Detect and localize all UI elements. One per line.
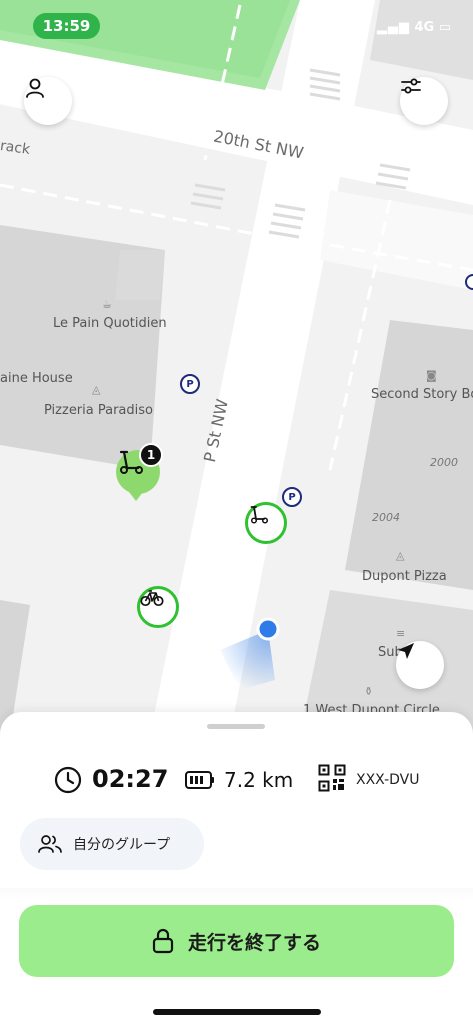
ride-bottom-sheet[interactable]: 02:27 7.2 km XXX-DVU 自分のグループ 走行を終了する xyxy=(0,712,473,1024)
vehicle-code: XXX-DVU xyxy=(356,772,420,788)
ride-stats: 02:27 7.2 km XXX-DVU xyxy=(0,760,473,800)
recenter-button[interactable] xyxy=(396,641,444,689)
bottle-icon: ⚱ xyxy=(364,685,374,698)
status-clock: 13:59 xyxy=(33,13,100,39)
person-icon xyxy=(26,78,44,98)
lock-icon xyxy=(152,928,174,954)
remaining-range: 7.2 km xyxy=(224,768,294,792)
battery-icon xyxy=(185,771,214,789)
network-type: 4G xyxy=(414,20,435,35)
qr-code-icon xyxy=(318,764,346,792)
sheet-drag-handle[interactable] xyxy=(207,724,265,729)
status-indicators: ▂▄▆ 4G ▭ xyxy=(377,20,451,35)
scooter-icon xyxy=(250,506,269,524)
ride-duration: 02:27 xyxy=(92,765,169,793)
group-ride-chip[interactable]: 自分のグループ xyxy=(20,818,204,870)
profile-button[interactable] xyxy=(24,77,72,125)
parking-icon[interactable]: P xyxy=(282,487,302,507)
building-number-2000: 2000 xyxy=(430,456,458,469)
poi-second-story[interactable]: Second Story Bo xyxy=(371,387,473,402)
food-icon: ≡ xyxy=(396,627,406,640)
home-indicator[interactable] xyxy=(153,1009,321,1015)
group-chip-label: 自分のグループ xyxy=(73,837,171,853)
poi-dupont-pizza[interactable]: Dupont Pizza xyxy=(362,569,447,584)
signal-icon: ▂▄▆ xyxy=(376,20,410,35)
poi-le-pain-quotidien[interactable]: Le Pain Quotidien xyxy=(53,316,167,331)
navigation-arrow-icon xyxy=(398,643,414,659)
end-ride-label: 走行を終了する xyxy=(187,931,321,954)
scooter-marker[interactable] xyxy=(245,502,287,544)
poi-aine-house[interactable]: aine House xyxy=(0,371,73,386)
parking-icon[interactable]: P xyxy=(180,374,200,394)
cafe-icon: ☕ xyxy=(102,298,112,311)
shop-icon: ◙ xyxy=(426,369,437,382)
sliders-icon xyxy=(401,78,421,94)
pizza-icon: ◬ xyxy=(92,383,101,396)
cluster-count-badge: 1 xyxy=(139,443,163,467)
bike-icon xyxy=(140,590,164,607)
group-icon xyxy=(38,835,62,853)
poi-pizzeria-paradiso[interactable]: Pizzeria Paradiso xyxy=(44,403,153,418)
building-number-2004: 2004 xyxy=(372,511,400,524)
sheet-divider xyxy=(0,888,473,900)
pizza-icon: ◬ xyxy=(396,549,405,562)
end-ride-button[interactable]: 走行を終了する xyxy=(19,905,454,977)
battery-icon: ▭ xyxy=(438,20,451,35)
map-view[interactable]: 20th St NW P St NW rack Le Pain Quotidie… xyxy=(0,0,473,735)
cluster-pointer xyxy=(129,492,143,501)
bike-marker[interactable] xyxy=(137,586,179,628)
filter-button[interactable] xyxy=(400,77,448,125)
clock-icon xyxy=(54,766,82,794)
